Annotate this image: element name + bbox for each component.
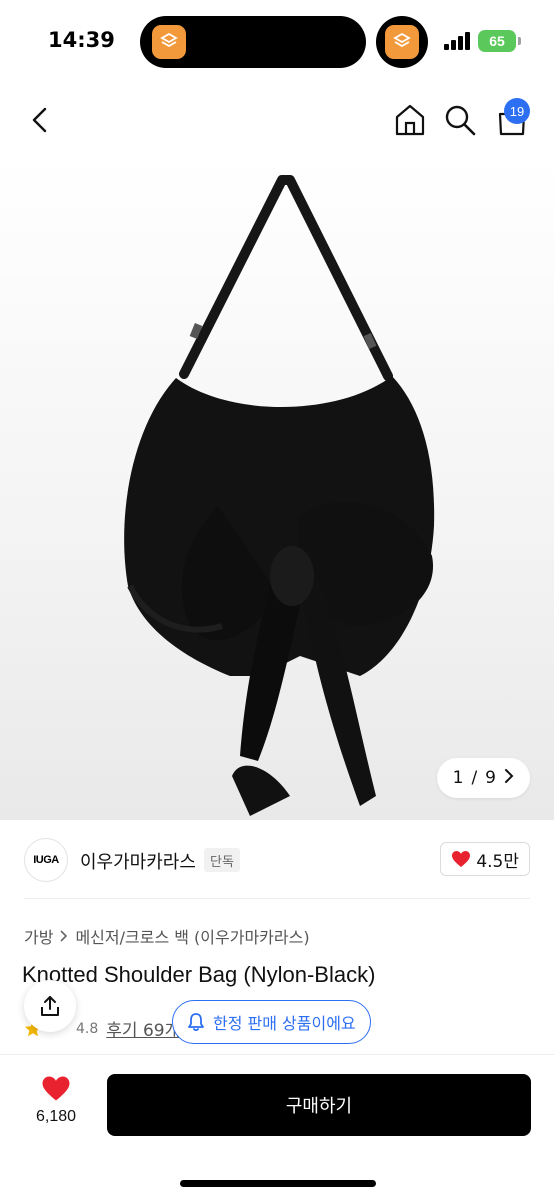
breadcrumb-item[interactable]: 가방	[24, 924, 53, 948]
exclusive-tag: 단독	[204, 848, 240, 872]
back-icon[interactable]	[24, 104, 56, 136]
search-icon[interactable]	[442, 102, 478, 138]
battery-tip	[518, 37, 521, 45]
rating-value: 4.8	[76, 1020, 99, 1037]
brand-like-button[interactable]: 4.5만	[440, 842, 530, 876]
purchase-bar: 6,180 구매하기	[0, 1054, 554, 1200]
limited-sale-badge: 한정 판매 상품이에요	[172, 1000, 371, 1044]
app-shortcut-icon[interactable]	[385, 25, 419, 59]
share-button[interactable]	[24, 980, 76, 1032]
home-indicator	[180, 1180, 376, 1187]
status-time: 14:39	[48, 28, 115, 52]
dynamic-island-secondary	[376, 16, 428, 68]
product-image-gallery[interactable]: 1 / 9	[0, 156, 554, 820]
heart-icon	[452, 851, 471, 867]
bell-icon	[188, 1013, 204, 1032]
image-counter[interactable]: 1 / 9	[436, 758, 530, 798]
share-icon	[41, 996, 59, 1016]
review-count-link[interactable]: 후기 69개	[106, 1016, 180, 1041]
brand-logo-text: IUGA	[33, 854, 59, 866]
battery-icon: 65	[478, 30, 516, 52]
image-total: 9	[485, 768, 496, 788]
product-photo	[124, 175, 435, 816]
chevron-right-icon	[60, 930, 68, 942]
signal-icon	[444, 32, 470, 50]
heart-icon	[42, 1076, 70, 1101]
image-current: 1	[452, 768, 464, 788]
battery-level: 65	[489, 33, 505, 49]
top-nav	[0, 84, 554, 156]
wishlist-count: 6,180	[35, 1108, 77, 1125]
brand-row[interactable]: IUGA 이우가마카라스 단독 4.5만	[0, 834, 554, 898]
wishlist-button[interactable]: 6,180	[30, 1075, 82, 1126]
dynamic-island	[140, 16, 366, 68]
divider	[24, 898, 530, 899]
breadcrumb: 가방 메신저/크로스 백 (이우가마카라스)	[24, 924, 310, 948]
home-icon[interactable]	[392, 102, 428, 138]
buy-button[interactable]: 구매하기	[107, 1074, 531, 1136]
cart-count-badge: 19	[504, 98, 530, 124]
brand-logo[interactable]: IUGA	[24, 838, 68, 882]
chevron-right-icon	[504, 769, 514, 787]
status-bar: 14:39 65	[0, 0, 554, 84]
image-separator: /	[471, 768, 478, 788]
brand-name[interactable]: 이우가마카라스	[80, 848, 196, 874]
limited-sale-text: 한정 판매 상품이에요	[213, 1014, 356, 1033]
brand-like-count: 4.5만	[476, 851, 519, 872]
app-shortcut-icon[interactable]	[152, 25, 186, 59]
breadcrumb-item[interactable]: 메신저/크로스 백 (이우가마카라스)	[75, 924, 309, 948]
product-title: Knotted Shoulder Bag (Nylon-Black)	[22, 962, 376, 987]
